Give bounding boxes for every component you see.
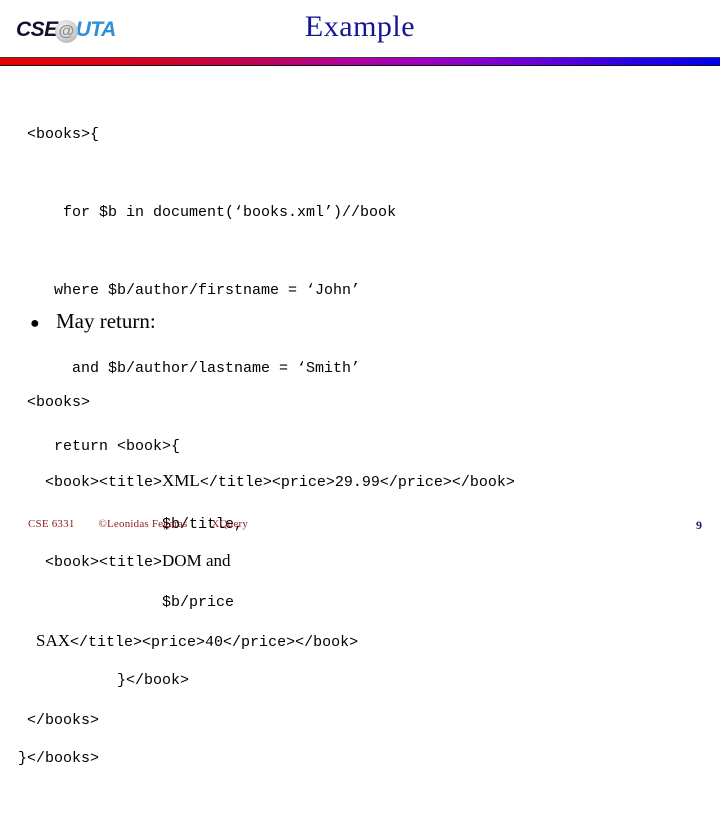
code-line: <books> xyxy=(0,394,91,411)
code-line: <book><title>DOM and xyxy=(0,551,231,571)
footer-topic: XQuery xyxy=(211,518,249,530)
footer-credits: CSE 6331 ©Leonidas Fegaras XQuery xyxy=(28,518,248,530)
code-line: for $b in document(‘books.xml’)//book xyxy=(0,204,397,221)
slide-header: CSE @ UTA Example xyxy=(0,0,720,66)
code-line: <book><title>XML</title><price>29.99</pr… xyxy=(0,471,515,491)
footer-author: ©Leonidas Fegaras xyxy=(98,518,188,530)
code-line: </books> xyxy=(0,712,100,729)
page-title: Example xyxy=(304,10,416,43)
may-return-bullet-item: ● May return: xyxy=(30,309,690,334)
code-line: <books>{ xyxy=(0,126,100,143)
page-number: 9 xyxy=(696,518,702,532)
xml-result-code-block: <books> <book><title>XML</title><price>2… xyxy=(0,338,720,786)
code-line: where $b/author/firstname = ‘John’ xyxy=(0,282,361,299)
code-line: SAX</title><price>40</price></book> xyxy=(36,631,359,651)
header-gradient-divider xyxy=(0,57,720,66)
footer-course-code: CSE 6331 xyxy=(28,518,75,530)
bullet-point-icon: ● xyxy=(30,315,40,332)
may-return-label: May return: xyxy=(56,309,156,333)
slide-footer: CSE 6331 ©Leonidas Fegaras XQuery 9 xyxy=(0,514,720,540)
